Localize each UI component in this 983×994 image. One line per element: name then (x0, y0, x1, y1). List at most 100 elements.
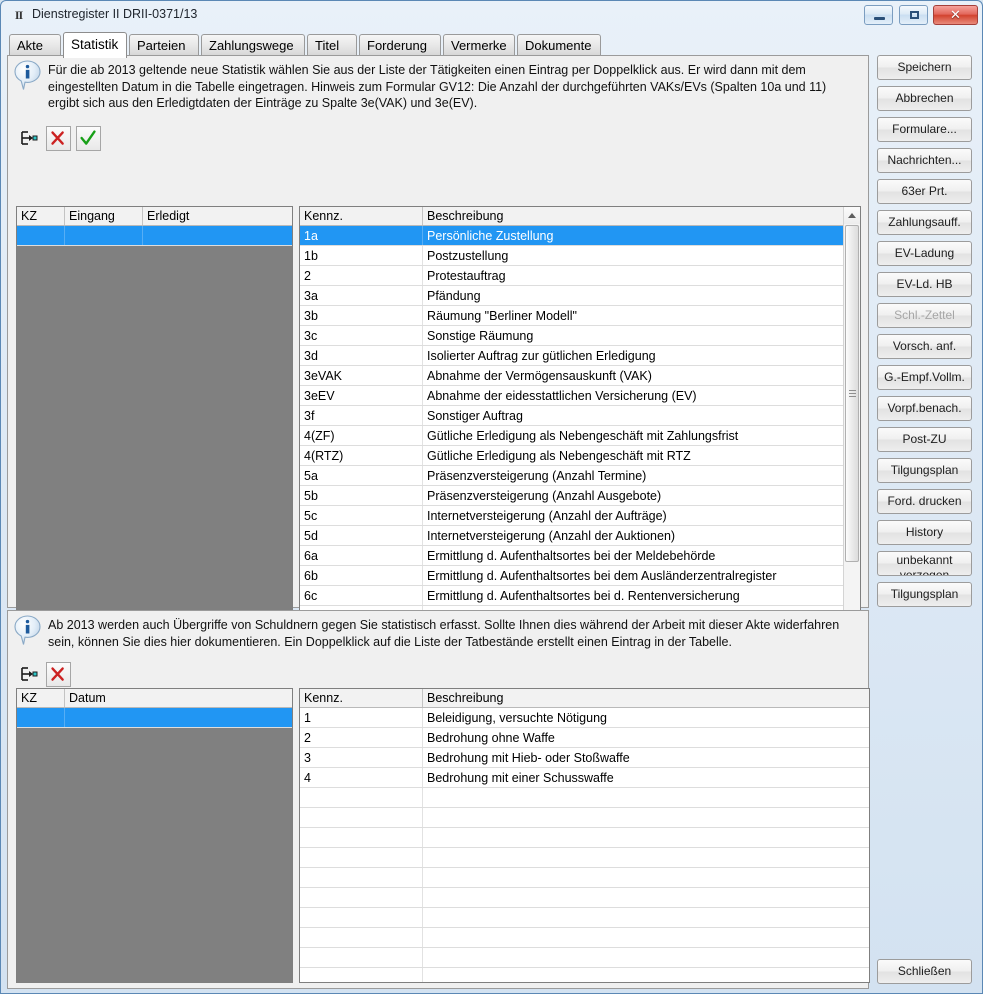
delete-row-icon[interactable] (46, 125, 71, 151)
side-button-vorsch-anf-[interactable]: Vorsch. anf. (877, 334, 972, 359)
tab-forderung[interactable]: Forderung (359, 34, 441, 56)
list-item[interactable]: 3c Sonstige Räumung (300, 326, 843, 346)
side-button-tilgungsplan[interactable]: Tilgungsplan (877, 582, 972, 607)
top-entry-table-empty-area (17, 246, 292, 652)
cell-beschreibung: Abnahme der Vermögensauskunft (VAK) (427, 369, 652, 383)
cell-beschreibung: Protestauftrag (427, 269, 506, 283)
side-button-label-line2: verzogen (899, 568, 950, 576)
list-item[interactable]: 3a Pfändung (300, 286, 843, 306)
bottom-entry-table[interactable]: KZ Datum (16, 688, 293, 983)
delete-row-icon[interactable] (46, 662, 71, 687)
list-item[interactable]: 1a Persönliche Zustellung (300, 226, 843, 246)
side-button-speichern[interactable]: Speichern (877, 55, 972, 80)
side-button-vorpf-benach-[interactable]: Vorpf.benach. (877, 396, 972, 421)
list-item[interactable] (300, 908, 869, 928)
tab-parteien[interactable]: Parteien (129, 34, 199, 56)
list-item[interactable] (300, 848, 869, 868)
list-item[interactable] (300, 948, 869, 968)
cell-beschreibung: Internetversteigerung (Anzahl der Auktio… (427, 529, 676, 543)
list-item[interactable]: 5d Internetversteigerung (Anzahl der Aukt… (300, 526, 843, 546)
list-item[interactable]: 1b Postzustellung (300, 246, 843, 266)
side-button-g-empf-vollm-[interactable]: G.-Empf.Vollm. (877, 365, 972, 390)
table-row[interactable] (17, 226, 292, 246)
list-item[interactable] (300, 868, 869, 888)
side-button-ev-ladung[interactable]: EV-Ladung (877, 241, 972, 266)
cell-beschreibung (423, 848, 869, 867)
cell-kennz: 5d (300, 526, 423, 545)
tab-statistik[interactable]: Statistik (63, 32, 127, 58)
list-item[interactable]: 4 Bedrohung mit einer Schusswaffe (300, 768, 869, 788)
side-button-formulare-[interactable]: Formulare... (877, 117, 972, 142)
list-item[interactable]: 3f Sonstiger Auftrag (300, 406, 843, 426)
tatbestaende-catalog-list[interactable]: Kennz. Beschreibung 1 Beleidigung, versuc… (299, 688, 870, 983)
minimize-button[interactable] (864, 5, 894, 25)
list-item[interactable] (300, 888, 869, 908)
side-button-nachrichten-[interactable]: Nachrichten... (877, 148, 972, 173)
info-icon (14, 615, 41, 645)
side-button-zahlungsauff-[interactable]: Zahlungsauff. (877, 210, 972, 235)
side-button-63er-prt-[interactable]: 63er Prt. (877, 179, 972, 204)
cell-beschreibung (423, 828, 869, 847)
table-row[interactable] (17, 708, 292, 728)
list-item[interactable]: 6c Ermittlung d. Aufenthaltsortes bei d. … (300, 586, 843, 606)
side-button-ev-ld-hb[interactable]: EV-Ld. HB (877, 272, 972, 297)
list-item[interactable]: 5a Präsenzversteigerung (Anzahl Termine) (300, 466, 843, 486)
maximize-button[interactable] (898, 5, 928, 25)
cell-kz (17, 226, 65, 245)
tab-akte[interactable]: Akte (9, 34, 61, 56)
cell-beschreibung: Sonstiger Auftrag (427, 409, 523, 423)
side-button-ford-drucken[interactable]: Ford. drucken (877, 489, 972, 514)
list-item[interactable]: 2 Bedrohung ohne Waffe (300, 728, 869, 748)
side-button-abbrechen[interactable]: Abbrechen (877, 86, 972, 111)
list-item[interactable] (300, 788, 869, 808)
column-header-kz: KZ (17, 207, 65, 225)
cell-beschreibung: Postzustellung (427, 249, 509, 263)
scroll-up-icon[interactable] (844, 207, 860, 224)
side-button-history[interactable]: History (877, 520, 972, 545)
cell-beschreibung: Räumung "Berliner Modell" (427, 309, 577, 323)
list-item[interactable]: 3 Bedrohung mit Hieb- oder Stoßwaffe (300, 748, 869, 768)
list-item[interactable]: 3d Isolierter Auftrag zur gütlichen Erled… (300, 346, 843, 366)
column-header-beschreibung: Beschreibung (427, 691, 504, 705)
cell-beschreibung: Beleidigung, versuchte Nötigung (427, 711, 607, 725)
list-item[interactable]: 5b Präsenzversteigerung (Anzahl Ausgebote… (300, 486, 843, 506)
list-item[interactable]: 5c Internetversteigerung (Anzahl der Auft… (300, 506, 843, 526)
column-header-kennz: Kennz. (300, 207, 423, 225)
list-item[interactable]: 3eEV Abnahme der eidesstattlichen Versich… (300, 386, 843, 406)
close-action-button[interactable]: Schließen (877, 959, 972, 984)
list-item[interactable]: 3eVAK Abnahme der Vermögensauskunft (VAK) (300, 366, 843, 386)
list-item[interactable] (300, 968, 869, 982)
column-header-kz: KZ (17, 689, 65, 707)
tab-zahlungswege[interactable]: Zahlungswege (201, 34, 305, 56)
side-button-post-zu[interactable]: Post-ZU (877, 427, 972, 452)
list-item[interactable]: 2 Protestauftrag (300, 266, 843, 286)
side-button-unbekannt[interactable]: unbekannt verzogen (877, 551, 972, 576)
list-item[interactable] (300, 828, 869, 848)
catalog-header: Kennz. Beschreibung (300, 689, 869, 708)
cell-kennz: 4(RTZ) (300, 446, 423, 465)
top-entry-table[interactable]: KZ Eingang Erledigt (16, 206, 293, 653)
list-item[interactable]: 4(ZF) Gütliche Erledigung als Nebengeschä… (300, 426, 843, 446)
catalog-scrollbar[interactable] (843, 207, 860, 652)
cell-beschreibung: Ermittlung d. Aufenthaltsortes bei der M… (427, 549, 716, 563)
list-item[interactable]: 6a Ermittlung d. Aufenthaltsortes bei der… (300, 546, 843, 566)
list-item[interactable] (300, 928, 869, 948)
tab-titel[interactable]: Titel (307, 34, 357, 56)
side-button-tilgungsplan[interactable]: Tilgungsplan (877, 458, 972, 483)
list-item[interactable]: 4(RTZ) Gütliche Erledigung als Nebengesch… (300, 446, 843, 466)
list-item[interactable]: 6b Ermittlung d. Aufenthaltsortes bei dem… (300, 566, 843, 586)
maximize-icon (909, 11, 919, 19)
tab-vermerke[interactable]: Vermerke (443, 34, 515, 56)
tab-dokumente[interactable]: Dokumente (517, 34, 601, 56)
cell-beschreibung (423, 948, 869, 967)
close-button[interactable]: ✕ (933, 5, 978, 25)
list-item[interactable] (300, 808, 869, 828)
taetigkeiten-catalog-list[interactable]: Kennz. Beschreibung 1a Persönliche Zustel… (299, 206, 861, 653)
confirm-icon[interactable] (76, 125, 101, 151)
insert-row-icon[interactable] (16, 125, 41, 151)
list-item[interactable]: 1 Beleidigung, versuchte Nötigung (300, 708, 869, 728)
insert-row-icon[interactable] (16, 662, 41, 687)
cell-kennz: 4 (300, 768, 423, 787)
list-item[interactable]: 3b Räumung "Berliner Modell" (300, 306, 843, 326)
scrollbar-thumb[interactable] (845, 225, 859, 562)
